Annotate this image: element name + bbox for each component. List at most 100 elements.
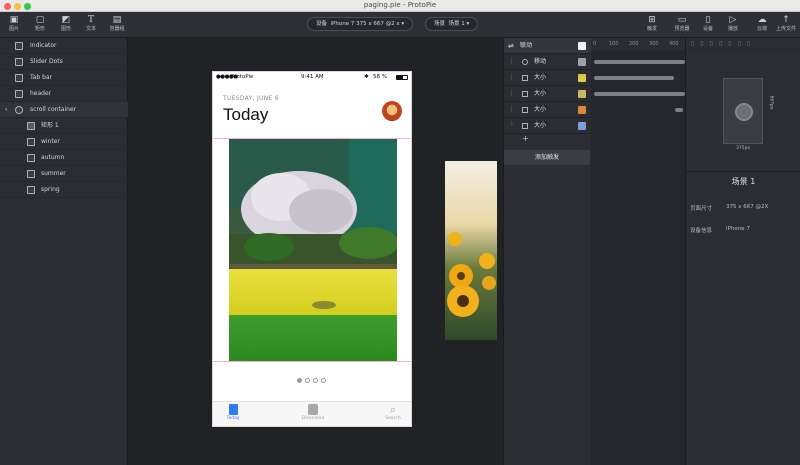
image-icon: ▣ — [9, 15, 19, 25]
tool-label: 设备 — [702, 26, 713, 32]
layer-item[interactable]: winter — [0, 134, 128, 150]
image-icon — [15, 90, 23, 98]
scene-selector-value: 场景 1 — [448, 21, 465, 27]
response-item[interactable]: │ 大小 — [504, 86, 592, 102]
page-indicator[interactable] — [297, 378, 337, 384]
ruler-tick: 400 — [669, 41, 679, 47]
device-selector[interactable]: 设备 iPhone 7 375 x 667 @2 x ▾ — [307, 17, 414, 31]
ruler-tick: 0 — [593, 41, 597, 47]
response-item[interactable]: └ 大小 — [504, 118, 592, 134]
timeline-bar[interactable] — [675, 108, 683, 112]
page-title: Today — [223, 105, 269, 124]
image-icon — [27, 170, 35, 178]
tool-shapes-button[interactable]: ◩ 图形 — [54, 14, 78, 32]
tool-container-button[interactable]: ▤ 容器组 — [105, 14, 129, 32]
trigger-button[interactable]: ⊞ 触发 — [640, 14, 664, 32]
tree-line: │ — [510, 74, 514, 81]
page-dot[interactable] — [313, 378, 318, 383]
tool-text-button[interactable]: T 文本 — [79, 14, 103, 32]
cloud-button[interactable]: ☁ 云端 — [750, 14, 774, 32]
layer-name: summer — [41, 170, 66, 177]
tree-line: └ — [510, 122, 514, 129]
divider — [686, 171, 800, 172]
container-icon: ▤ — [112, 15, 122, 25]
tool-label: 文本 — [85, 26, 96, 32]
image-icon — [15, 42, 23, 50]
layer-name: Indicator — [30, 42, 57, 49]
tool-image-button[interactable]: ▣ 图片 — [2, 14, 26, 32]
triggers-panel: ⇌ 联动 │ 移动 │ 大小 │ 大小 │ 大小 └ 大小 + 添加触发 — [503, 38, 592, 465]
layer-item[interactable]: autumn — [0, 150, 128, 166]
layer-name: Slider Dots — [30, 58, 63, 65]
image-icon — [15, 58, 23, 66]
layer-item[interactable]: Indicator — [0, 38, 128, 54]
properties-panel: ▯▯▯▯▯▯▯ 375px 667px 场景 1 页面尺寸 375 x 667 … — [685, 38, 800, 465]
trigger-header-label: 联动 — [520, 42, 533, 49]
cloud-icon: ☁ — [757, 15, 767, 25]
trigger-header[interactable]: ⇌ 联动 — [504, 38, 592, 54]
carrier-label: ProtoPie — [231, 74, 254, 80]
landscape-image — [229, 139, 397, 362]
page-dot[interactable] — [321, 378, 326, 383]
move-icon — [522, 59, 528, 65]
play-button[interactable]: ▷ 播放 — [721, 14, 745, 32]
timeline-bar[interactable] — [594, 76, 674, 80]
chevron-down-icon: ▾ — [401, 21, 405, 27]
chevron-down-icon[interactable]: ▾ — [5, 102, 8, 118]
scene-selector[interactable]: 场景 场景 1 ▾ — [425, 17, 479, 31]
timeline-ruler[interactable]: 0 100 200 300 400 — [591, 38, 685, 50]
layer-item-container[interactable]: ▾ scroll container — [0, 102, 128, 118]
avatar[interactable] — [382, 101, 402, 121]
layer-item[interactable]: summer — [0, 166, 128, 182]
width-dimension: 375px — [736, 146, 751, 151]
upload-icon: ↑ — [782, 15, 790, 25]
tool-label: 图片 — [8, 26, 19, 32]
response-item[interactable]: │ 大小 — [504, 102, 592, 118]
ruler-tick: 100 — [609, 41, 619, 47]
divider — [213, 361, 411, 362]
layer-name: Tab bar — [30, 74, 53, 81]
rectangle-icon — [27, 122, 35, 130]
tab-label: Search — [385, 416, 401, 421]
upload-button[interactable]: ↑ 上传文件 — [774, 14, 798, 32]
timeline-bar[interactable] — [594, 92, 685, 96]
tool-label: 容器组 — [109, 26, 125, 32]
layer-item[interactable]: Tab bar — [0, 70, 128, 86]
preview-button[interactable]: ▭ 预览器 — [670, 14, 694, 32]
layer-item[interactable]: spring — [0, 182, 128, 198]
summer-preview[interactable] — [445, 161, 497, 340]
tab-today[interactable]: Today — [213, 404, 253, 421]
layer-thumbnail — [578, 90, 586, 98]
timeline-bar[interactable] — [594, 60, 685, 64]
alignment-toolbar[interactable]: ▯▯▯▯▯▯▯ — [686, 38, 800, 50]
layer-item[interactable]: header — [0, 86, 128, 102]
image-icon — [27, 186, 35, 194]
phone-artboard[interactable]: ●●●●● ProtoPie 9:41 AM ✱ 58 % TUESDAY, J… — [212, 71, 412, 427]
spring-photo — [229, 139, 397, 362]
device-info-value: iPhone 7 — [726, 226, 750, 232]
link-icon: ⇌ — [508, 42, 514, 50]
image-icon — [27, 138, 35, 146]
layer-name: 矩形 1 — [41, 122, 59, 129]
layer-thumbnail — [578, 74, 586, 82]
status-bar: ●●●●● ProtoPie 9:41 AM ✱ 58 % — [213, 72, 411, 82]
tab-search[interactable]: ⌕ Search — [373, 404, 411, 421]
tool-label: 图形 — [60, 26, 71, 32]
add-response-button[interactable]: + — [522, 134, 529, 143]
add-trigger-button[interactable]: 添加触发 — [504, 150, 590, 165]
response-label: 大小 — [534, 122, 547, 129]
tool-rectangle-button[interactable]: ▢ 矩形 — [28, 14, 52, 32]
page-dot[interactable] — [305, 378, 310, 383]
layer-item[interactable]: Slider Dots — [0, 54, 128, 70]
layer-item[interactable]: 矩形 1 — [0, 118, 128, 134]
response-item[interactable]: │ 大小 — [504, 70, 592, 86]
device-icon: ▯ — [705, 15, 711, 25]
response-item[interactable]: │ 移动 — [504, 54, 592, 70]
pie-logo-icon — [735, 103, 753, 121]
response-label: 大小 — [534, 106, 547, 113]
page-dot[interactable] — [297, 378, 302, 383]
tab-download[interactable]: Download — [293, 404, 333, 421]
tab-label: Today — [226, 416, 240, 421]
tab-label: Download — [301, 416, 325, 421]
device-button[interactable]: ▯ 设备 — [696, 14, 720, 32]
